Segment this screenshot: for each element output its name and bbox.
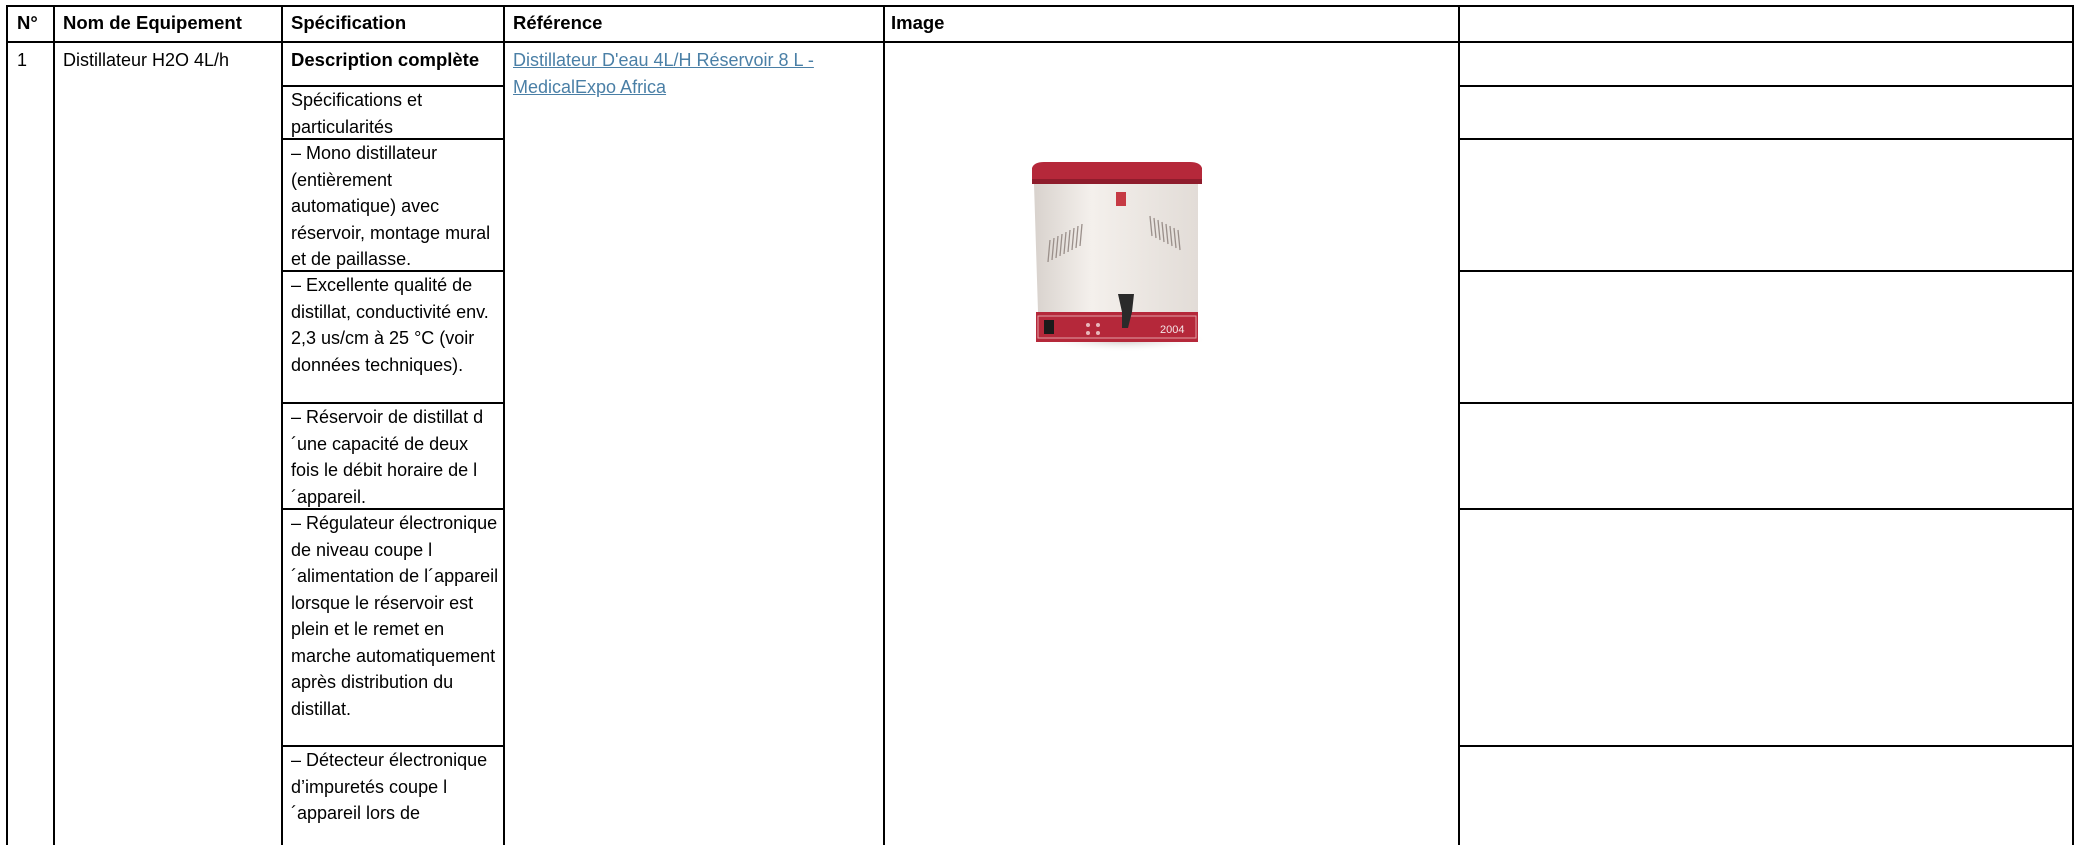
table-border: [883, 5, 885, 845]
table-border: [281, 402, 505, 404]
spec-item: – Excellente qualité de distillat, condu…: [291, 275, 489, 375]
spec-item: – Détecteur électronique d’impuretés cou…: [291, 750, 488, 823]
header-reference: Référence: [513, 12, 603, 33]
document-page: N° Nom de Equipement Spécification Référ…: [0, 0, 2080, 845]
table-border: [1458, 138, 2074, 140]
table-border: [1458, 402, 2074, 404]
table-border: [6, 41, 2074, 43]
table-border: [281, 270, 505, 272]
table-border: [6, 5, 2074, 7]
table-border: [1458, 85, 2074, 87]
header-number: N°: [17, 12, 38, 33]
table-border: [281, 5, 283, 845]
spec-item: Spécifications et particularités: [291, 90, 423, 137]
table-border: [1458, 508, 2074, 510]
reference-link[interactable]: Distillateur D'eau 4L/H Réservoir 8 L - …: [513, 50, 814, 97]
header-image: Image: [891, 12, 945, 33]
table-border: [1458, 745, 2074, 747]
table-border: [2072, 5, 2074, 845]
table-border: [281, 138, 505, 140]
row-number: 1: [17, 50, 28, 70]
spec-description-title: Description complète: [291, 49, 480, 70]
table-border: [1458, 5, 1460, 845]
table-border: [53, 5, 55, 845]
table-border: [281, 508, 505, 510]
device-model-label: 2004: [1160, 324, 1184, 336]
header-equipment-name: Nom de Equipement: [63, 12, 242, 33]
water-distiller-photo: 2004: [1032, 162, 1210, 352]
spec-item: – Réservoir de distillat d´une capacité …: [291, 407, 484, 507]
table-border: [1458, 270, 2074, 272]
spec-item: – Mono distillateur (entièrement automat…: [291, 143, 491, 269]
equipment-name: Distillateur H2O 4L/h: [63, 50, 230, 70]
table-border: [6, 5, 8, 845]
header-extra: [1458, 6, 2072, 42]
table-border: [281, 85, 505, 87]
table-border: [281, 745, 505, 747]
table-border: [503, 5, 505, 845]
spec-item: – Régulateur électronique de niveau coup…: [291, 513, 499, 719]
header-specification: Spécification: [291, 12, 407, 33]
reference-cell: Distillateur D'eau 4L/H Réservoir 8 L - …: [504, 44, 874, 100]
